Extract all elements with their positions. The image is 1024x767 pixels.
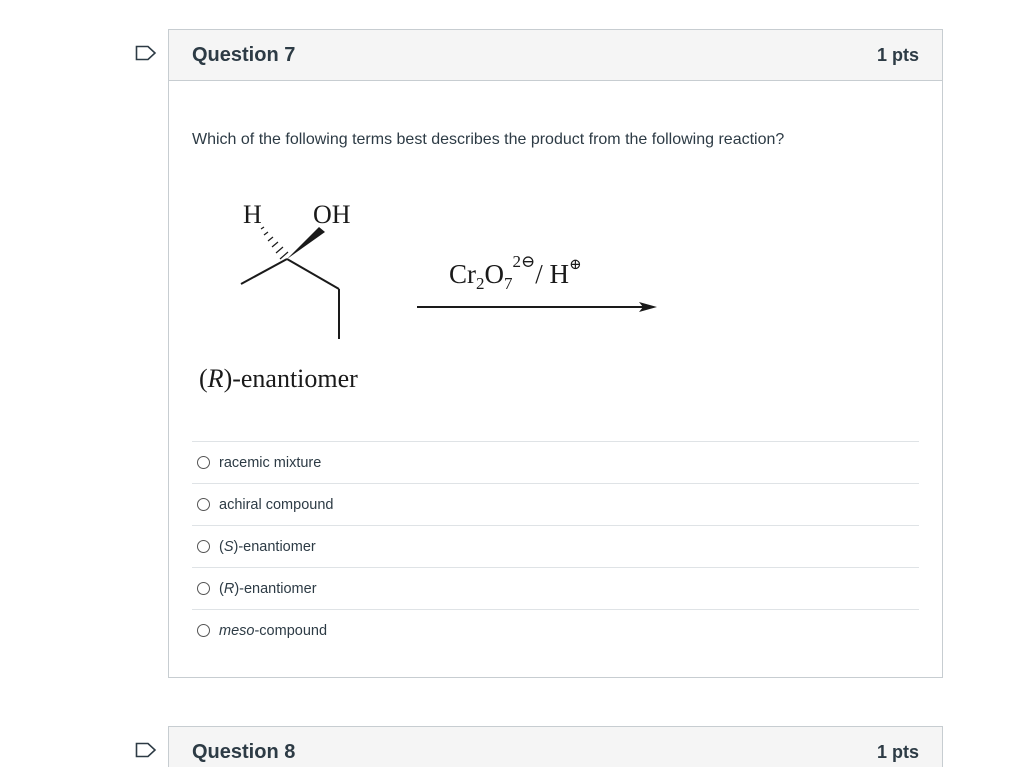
- question-points: 1 pts: [876, 44, 919, 65]
- reactant-name: (R)-enantiomer: [199, 364, 358, 393]
- question-8-card: Question 8 1 pts: [168, 726, 943, 767]
- question-7-card: Question 7 1 pts Which of the following …: [168, 29, 943, 678]
- question-title: Question 7: [192, 43, 296, 66]
- quiz-page: Question 7 1 pts Which of the following …: [0, 0, 1024, 767]
- radio-button[interactable]: [197, 540, 210, 553]
- flag-question-icon[interactable]: [135, 45, 157, 61]
- radio-button[interactable]: [197, 624, 210, 637]
- radio-button[interactable]: [197, 498, 210, 511]
- question-text: Which of the following terms best descri…: [192, 131, 785, 148]
- question-header: Question 7 1 pts: [169, 30, 942, 81]
- answer-label[interactable]: racemic mixture: [219, 455, 321, 471]
- solid-wedge-bond: [287, 227, 325, 259]
- answer-option[interactable]: racemic mixture: [192, 441, 919, 483]
- answer-option[interactable]: achiral compound: [192, 483, 919, 525]
- bond-left: [240, 258, 288, 285]
- reaction-scheme-image: H OH (R)-enantiomer Cr2O72⊖/ H⊕: [199, 200, 657, 393]
- question-header: Question 8 1 pts: [169, 727, 942, 767]
- h-atom-label: H: [243, 200, 262, 229]
- flag-question-icon[interactable]: [135, 742, 157, 758]
- answer-list: racemic mixture achiral compound (S)-ena…: [192, 441, 919, 651]
- answer-option[interactable]: (R)-enantiomer: [192, 567, 919, 609]
- answer-label[interactable]: achiral compound: [219, 497, 333, 513]
- radio-button[interactable]: [197, 582, 210, 595]
- answer-label[interactable]: meso-compound: [219, 623, 327, 639]
- bond-right: [286, 258, 340, 290]
- question-points: 1 pts: [876, 741, 919, 762]
- question-title: Question 8: [192, 740, 296, 763]
- answer-option[interactable]: meso-compound: [192, 609, 919, 651]
- answer-label[interactable]: (R)-enantiomer: [219, 581, 317, 597]
- answer-option[interactable]: (S)-enantiomer: [192, 525, 919, 567]
- answer-label[interactable]: (S)-enantiomer: [219, 539, 316, 555]
- radio-button[interactable]: [197, 456, 210, 469]
- reagent-label: Cr2O72⊖/ H⊕: [449, 252, 582, 293]
- oh-atom-label: OH: [313, 200, 351, 229]
- hashed-wedge-bond: [260, 226, 289, 260]
